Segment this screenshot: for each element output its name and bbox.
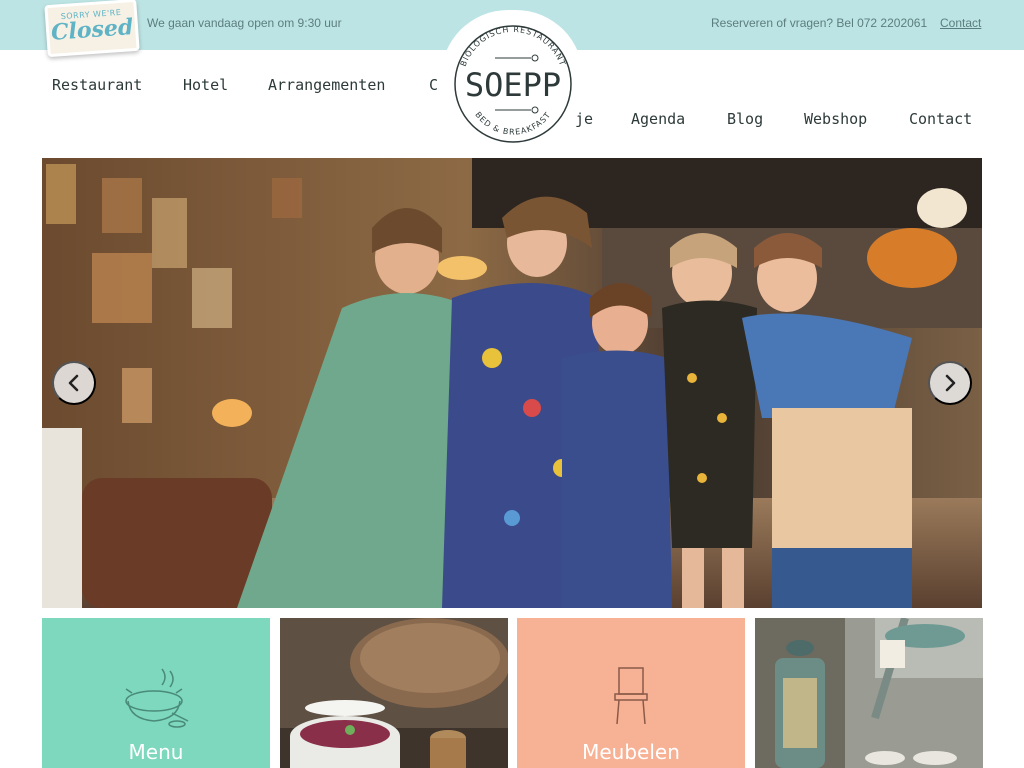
nav-agenda[interactable]: Agenda <box>631 110 685 128</box>
nav-truncated-left[interactable]: C <box>429 76 438 94</box>
chevron-left-icon <box>68 374 79 392</box>
nav-hotel[interactable]: Hotel <box>183 76 228 94</box>
chevron-right-icon <box>945 374 956 392</box>
hero-photo-staff-group <box>42 158 982 608</box>
opening-message: We gaan vandaag open om 9:30 uur <box>147 16 342 30</box>
svg-text:BED & BREAKFAST: BED & BREAKFAST <box>473 110 552 136</box>
logo-emblem: BIOLOGISCH RESTAURANT SOEPP BED & BREAKF… <box>454 25 572 143</box>
logo-arc-bottom: BED & BREAKFAST <box>473 110 551 136</box>
tile-menu[interactable]: Menu <box>42 618 270 768</box>
tile-meubelen[interactable]: Meubelen <box>517 618 745 768</box>
chair-icon <box>614 667 648 725</box>
closed-sign-main: Closed <box>50 14 135 46</box>
closed-sign: SORRY WE'RE Closed <box>44 0 140 58</box>
logo-name: SOEPP <box>465 66 561 104</box>
carousel-next-button[interactable] <box>928 361 972 405</box>
top-contact-link[interactable]: Contact <box>940 16 981 30</box>
tile-photo-soup[interactable] <box>280 618 508 768</box>
nav-arrangementen[interactable]: Arrangementen <box>268 76 385 94</box>
tile-photo-lantern[interactable] <box>755 618 983 768</box>
nav-contact[interactable]: Contact <box>909 110 972 128</box>
hero-carousel[interactable] <box>42 158 982 608</box>
soepp-logo[interactable]: BIOLOGISCH RESTAURANT SOEPP BED & BREAKF… <box>441 10 583 160</box>
photo-soup-bowl <box>280 618 508 768</box>
carousel-prev-button[interactable] <box>52 361 96 405</box>
nav-restaurant[interactable]: Restaurant <box>52 76 142 94</box>
reserve-phone-text: Reserveren of vragen? Bel 072 2202061 <box>711 16 928 30</box>
tile-meubelen-label: Meubelen <box>582 740 680 764</box>
logo-arc-top: BIOLOGISCH RESTAURANT <box>459 25 567 68</box>
photo-lantern <box>755 618 983 768</box>
nav-webshop[interactable]: Webshop <box>804 110 867 128</box>
svg-text:BIOLOGISCH RESTAURANT: BIOLOGISCH RESTAURANT <box>459 25 568 68</box>
nav-blog[interactable]: Blog <box>727 110 763 128</box>
soup-pot-icon <box>125 668 189 728</box>
tile-menu-label: Menu <box>128 740 184 764</box>
